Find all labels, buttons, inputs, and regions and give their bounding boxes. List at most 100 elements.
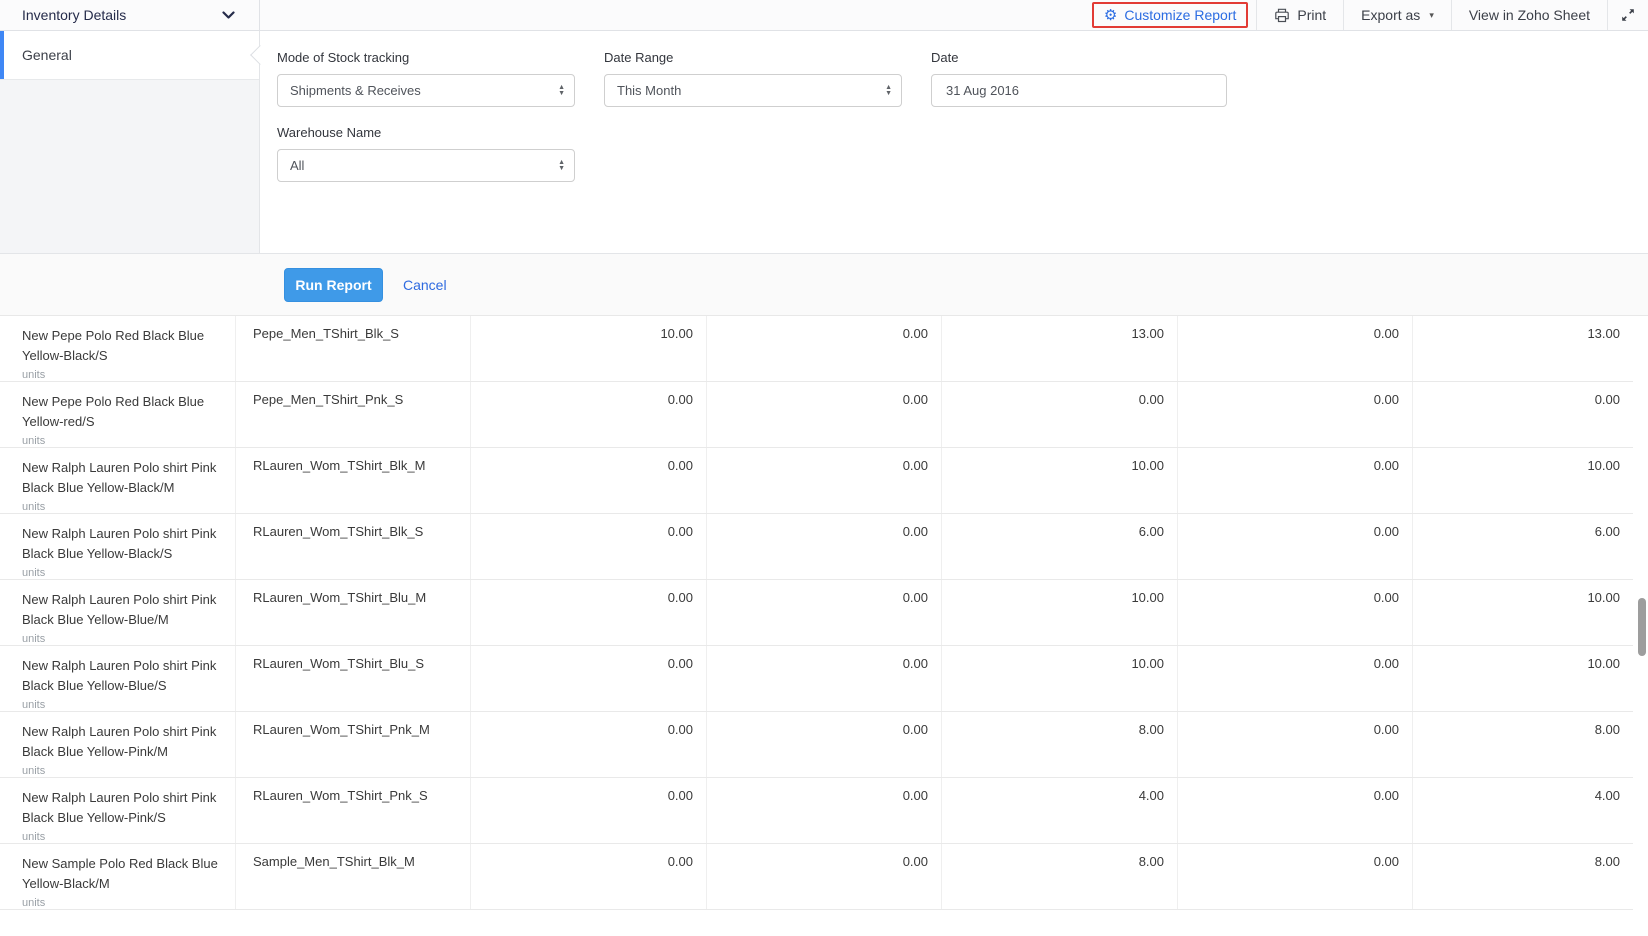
- report-selector[interactable]: Inventory Details: [0, 0, 260, 30]
- cell-value: 4.00: [1412, 778, 1633, 843]
- cell-value: 0.00: [706, 844, 941, 909]
- item-unit-label: units: [22, 699, 222, 711]
- item-sku: Pepe_Men_TShirt_Blk_S: [235, 316, 470, 381]
- warehouse-label: Warehouse Name: [277, 125, 575, 140]
- cell-value: 10.00: [470, 316, 706, 381]
- date-range-label: Date Range: [604, 50, 902, 65]
- cell-value: 0.00: [706, 514, 941, 579]
- gear-icon: ⚙: [1104, 8, 1117, 23]
- cell-value: 10.00: [941, 646, 1177, 711]
- cell-value: 8.00: [1412, 712, 1633, 777]
- print-button[interactable]: Print: [1256, 0, 1343, 30]
- cell-value: 0.00: [1177, 448, 1412, 513]
- item-name-cell: New Ralph Lauren Polo shirt Pink Black B…: [0, 712, 235, 777]
- mode-of-stock-field: Mode of Stock tracking Shipments & Recei…: [277, 50, 575, 107]
- export-as-button[interactable]: Export as ▾: [1343, 0, 1451, 30]
- item-name-cell: New Ralph Lauren Polo shirt Pink Black B…: [0, 448, 235, 513]
- table-body: New Pepe Polo Red Black Blue Yellow-Blac…: [0, 316, 1633, 910]
- cell-value: 10.00: [1412, 580, 1633, 645]
- printer-icon: [1274, 8, 1290, 23]
- mode-of-stock-label: Mode of Stock tracking: [277, 50, 575, 65]
- cell-value: 8.00: [941, 712, 1177, 777]
- form-footer: [0, 253, 1648, 316]
- cell-value: 13.00: [1412, 316, 1633, 381]
- item-unit-label: units: [22, 501, 222, 513]
- item-sku: Pepe_Men_TShirt_Pnk_S: [235, 382, 470, 447]
- cell-value: 0.00: [706, 580, 941, 645]
- view-in-zoho-sheet-button[interactable]: View in Zoho Sheet: [1451, 0, 1607, 30]
- cell-value: 0.00: [706, 778, 941, 843]
- table-row: New Ralph Lauren Polo shirt Pink Black B…: [0, 646, 1633, 712]
- cell-value: 0.00: [1177, 580, 1412, 645]
- date-range-field: Date Range This Month ▲▼: [604, 50, 902, 107]
- cell-value: 0.00: [706, 448, 941, 513]
- date-field: Date: [931, 50, 1227, 107]
- mode-of-stock-value: Shipments & Receives: [290, 83, 421, 98]
- cell-value: 0.00: [1177, 778, 1412, 843]
- cell-value: 0.00: [706, 316, 941, 381]
- report-selector-label: Inventory Details: [22, 7, 126, 23]
- inventory-table: New Pepe Polo Red Black Blue Yellow-Blac…: [0, 316, 1633, 910]
- select-stepper-icon: ▲▼: [558, 160, 565, 172]
- item-name-cell: New Ralph Lauren Polo shirt Pink Black B…: [0, 646, 235, 711]
- date-input[interactable]: [944, 82, 1214, 99]
- item-name: New Pepe Polo Red Black Blue Yellow-Blac…: [22, 326, 227, 366]
- item-name: New Pepe Polo Red Black Blue Yellow-red/…: [22, 392, 227, 432]
- item-unit-label: units: [22, 765, 222, 777]
- fullscreen-button[interactable]: [1607, 0, 1648, 30]
- caret-down-icon: ▾: [1429, 10, 1434, 21]
- active-tab-indicator: [0, 31, 4, 79]
- cell-value: 0.00: [470, 778, 706, 843]
- cell-value: 0.00: [1177, 514, 1412, 579]
- item-sku: RLauren_Wom_TShirt_Pnk_S: [235, 778, 470, 843]
- mode-of-stock-select[interactable]: Shipments & Receives ▲▼: [277, 74, 575, 107]
- item-unit-label: units: [22, 435, 222, 447]
- cell-value: 0.00: [1177, 844, 1412, 909]
- customize-report-label: Customize Report: [1124, 7, 1236, 23]
- cell-value: 4.00: [941, 778, 1177, 843]
- cancel-link[interactable]: Cancel: [403, 268, 447, 302]
- item-sku: RLauren_Wom_TShirt_Pnk_M: [235, 712, 470, 777]
- table-row: New Ralph Lauren Polo shirt Pink Black B…: [0, 514, 1633, 580]
- item-name-cell: New Ralph Lauren Polo shirt Pink Black B…: [0, 778, 235, 843]
- item-unit-label: units: [22, 831, 222, 843]
- item-sku: RLauren_Wom_TShirt_Blu_S: [235, 646, 470, 711]
- cell-value: 0.00: [706, 646, 941, 711]
- item-name: New Ralph Lauren Polo shirt Pink Black B…: [22, 524, 227, 564]
- select-stepper-icon: ▲▼: [558, 85, 565, 97]
- item-unit-label: units: [22, 633, 222, 645]
- export-as-label: Export as: [1361, 7, 1420, 23]
- cell-value: 10.00: [1412, 646, 1633, 711]
- table-row: New Ralph Lauren Polo shirt Pink Black B…: [0, 778, 1633, 844]
- cell-value: 0.00: [941, 382, 1177, 447]
- item-name: New Ralph Lauren Polo shirt Pink Black B…: [22, 722, 227, 762]
- print-label: Print: [1297, 7, 1326, 23]
- run-report-button[interactable]: Run Report: [284, 268, 383, 302]
- report-filter-form: Mode of Stock tracking Shipments & Recei…: [261, 31, 1648, 253]
- warehouse-field: Warehouse Name All ▲▼: [277, 125, 575, 182]
- date-range-value: This Month: [617, 83, 681, 98]
- date-range-select[interactable]: This Month ▲▼: [604, 74, 902, 107]
- item-sku: RLauren_Wom_TShirt_Blk_S: [235, 514, 470, 579]
- topbar-actions: ⚙ Customize Report Print Export as ▾ Vie…: [1084, 0, 1648, 30]
- cell-value: 0.00: [1177, 712, 1412, 777]
- table-row: New Pepe Polo Red Black Blue Yellow-Blac…: [0, 316, 1633, 382]
- item-name-cell: New Ralph Lauren Polo shirt Pink Black B…: [0, 580, 235, 645]
- settings-sidebar: General: [0, 31, 260, 253]
- item-name: New Ralph Lauren Polo shirt Pink Black B…: [22, 458, 227, 498]
- cell-value: 0.00: [470, 448, 706, 513]
- cell-value: 0.00: [470, 580, 706, 645]
- item-name-cell: New Pepe Polo Red Black Blue Yellow-red/…: [0, 382, 235, 447]
- sidebar-item-general[interactable]: General: [0, 31, 259, 80]
- cell-value: 0.00: [1177, 316, 1412, 381]
- cell-value: 0.00: [470, 514, 706, 579]
- item-name: New Ralph Lauren Polo shirt Pink Black B…: [22, 656, 227, 696]
- warehouse-select[interactable]: All ▲▼: [277, 149, 575, 182]
- item-name: New Sample Polo Red Black Blue Yellow-Bl…: [22, 854, 227, 894]
- cell-value: 10.00: [1412, 448, 1633, 513]
- customize-report-button[interactable]: ⚙ Customize Report: [1092, 2, 1249, 28]
- cell-value: 0.00: [470, 646, 706, 711]
- sidebar-item-label: General: [22, 47, 72, 63]
- cell-value: 0.00: [706, 712, 941, 777]
- vertical-scrollbar-thumb[interactable]: [1638, 598, 1646, 656]
